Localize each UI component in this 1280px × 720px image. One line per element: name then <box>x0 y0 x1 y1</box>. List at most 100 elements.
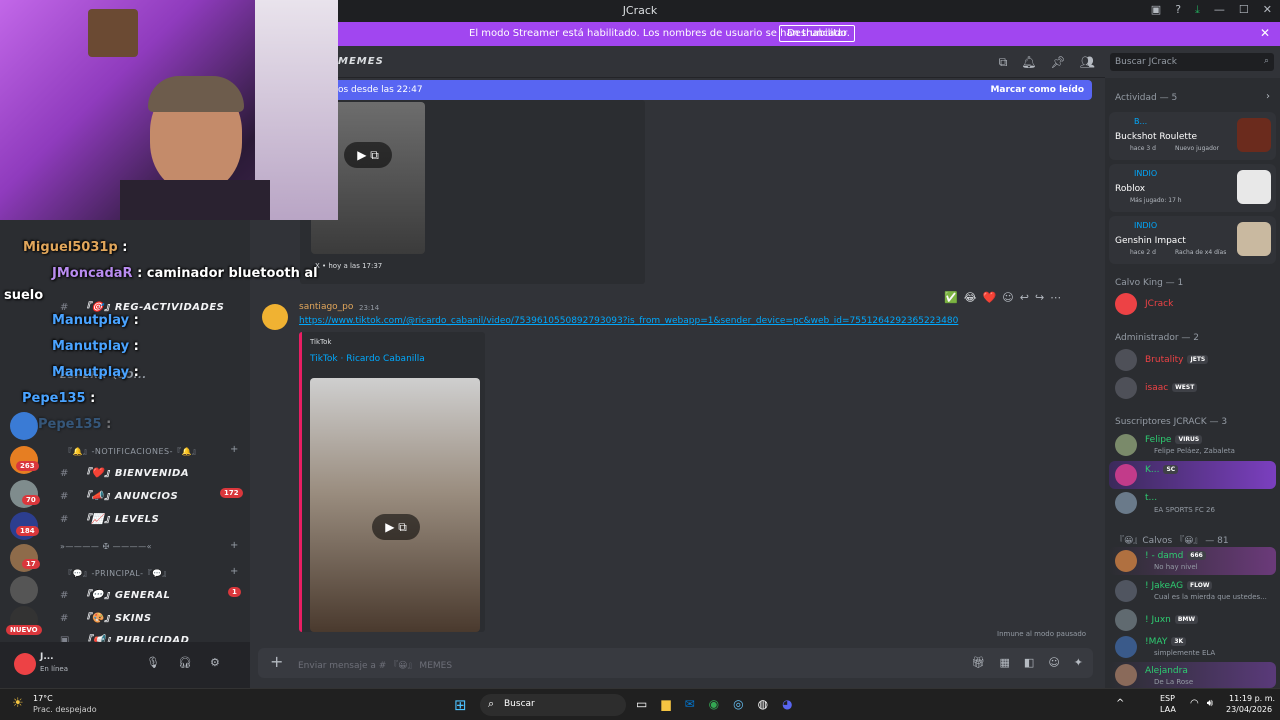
emoji-icon[interactable]: ☺ <box>1048 656 1059 669</box>
headphones-icon[interactable]: 🎧︎ <box>178 656 192 669</box>
server-badge: 263 <box>16 461 39 471</box>
member-name[interactable]: Brutality JETS <box>1145 355 1209 365</box>
tiktok-video-thumbnail[interactable]: ▶ ⧉ <box>310 378 480 632</box>
category-notificaciones[interactable]: 『🔔』-NOTIFICACIONES-『🔔』 <box>64 446 200 457</box>
chrome-icon[interactable]: ◉ <box>709 697 719 711</box>
apps-icon[interactable]: ✦ <box>1074 656 1083 669</box>
new-messages-bar[interactable]: os desde las 22:47 Marcar como leído <box>338 80 1092 100</box>
chevron-right-icon[interactable]: › <box>1266 91 1270 102</box>
category-principal[interactable]: 『💬』-PRINCIPAL-『💬』 <box>64 568 171 579</box>
reaction-check[interactable]: ✅ <box>944 291 958 304</box>
maximize-icon[interactable]: ☐ <box>1239 3 1249 17</box>
server-icon[interactable] <box>10 576 38 604</box>
members-icon[interactable]: 👥︎ <box>1080 55 1095 70</box>
member-name[interactable]: K... SC <box>1145 465 1179 475</box>
member-avatar[interactable] <box>1115 293 1137 315</box>
channel-anuncios[interactable]: # 『📣』ANUNCIOS <box>60 487 178 502</box>
bell-icon[interactable]: 🔔︎ <box>1021 55 1036 70</box>
windows-start-icon[interactable]: ⊞ <box>454 696 467 714</box>
file-explorer-icon[interactable]: ▆ <box>661 697 670 711</box>
channel-reg-actividades[interactable]: # 『🎯』REG-ACTIVIDADES <box>60 298 224 313</box>
member-name[interactable]: Alejandra <box>1145 666 1188 676</box>
add-channel-icon[interactable]: + <box>230 540 238 551</box>
member-avatar[interactable] <box>1115 377 1137 399</box>
member-name[interactable]: Felipe VIRUS <box>1145 435 1203 445</box>
microphone-icon[interactable]: 🎙︎ <box>146 656 160 669</box>
disable-streamer-button[interactable]: Deshabilitar <box>779 25 856 42</box>
member-name[interactable]: !MAY 3K <box>1145 637 1187 647</box>
embed-title[interactable]: TikTok · Ricardo Cabanilla <box>310 354 425 364</box>
channel-skins[interactable]: # 『🎨』SKINS <box>60 609 152 624</box>
minimize-icon[interactable]: — <box>1214 3 1225 17</box>
help-icon[interactable]: ? <box>1175 3 1181 17</box>
forward-icon[interactable]: ↪ <box>1035 291 1044 304</box>
play-icon[interactable]: ▶ ⧉ <box>372 514 420 540</box>
attach-icon[interactable]: + <box>270 652 283 671</box>
role-header: Calvo King — 1 <box>1115 278 1184 288</box>
task-view-icon[interactable]: ▭ <box>636 697 647 711</box>
search-input[interactable]: Buscar JCrack ⌕ <box>1110 53 1274 71</box>
member-name[interactable]: ! - damd 666 <box>1145 551 1206 561</box>
pin-icon[interactable]: 📌︎ <box>1051 55 1066 70</box>
message-link[interactable]: https://www.tiktok.com/@ricardo_cabanil/… <box>299 316 958 326</box>
volume-icon[interactable]: 🔊︎ <box>1207 698 1213 709</box>
steam-icon[interactable]: ◎ <box>733 697 743 711</box>
member-avatar[interactable] <box>1115 609 1137 631</box>
play-icon[interactable]: ▶ ⧉ <box>344 142 392 168</box>
close-icon[interactable]: ✕ <box>1263 3 1272 17</box>
close-banner-icon[interactable]: ✕ <box>1260 26 1270 40</box>
member-name[interactable]: ! Juxn BMW <box>1145 615 1199 625</box>
threads-icon[interactable]: ⧉ <box>999 55 1008 70</box>
member-avatar[interactable] <box>1115 550 1137 572</box>
add-reaction-icon[interactable]: ☺ <box>1002 291 1013 304</box>
reaction-heart[interactable]: ❤️ <box>983 291 997 304</box>
reaction-laugh[interactable]: 😂 <box>964 291 977 304</box>
lang-indicator[interactable]: ESP <box>1160 694 1175 703</box>
member-avatar[interactable] <box>1115 580 1137 602</box>
add-channel-icon[interactable]: + <box>230 566 238 577</box>
reply-icon[interactable]: ↩ <box>1020 291 1029 304</box>
discord-icon[interactable]: ◕ <box>782 697 792 711</box>
app-icon[interactable]: ◍ <box>758 697 768 711</box>
member-avatar[interactable] <box>1115 492 1137 514</box>
channel-bienvenida[interactable]: # 『❤️』BIENVENIDA <box>60 464 189 479</box>
member-name[interactable]: isaac WEST <box>1145 383 1198 393</box>
taskbar-search[interactable]: ⌕ Buscar <box>480 694 626 716</box>
member-name[interactable]: JCrack <box>1145 299 1173 309</box>
member-avatar[interactable] <box>1115 434 1137 456</box>
member-avatar[interactable] <box>1115 464 1137 486</box>
channel-general[interactable]: # 『💬』GENERAL <box>60 586 170 601</box>
inbox-icon[interactable]: ▣ <box>1151 3 1161 17</box>
gift-icon[interactable]: 🎁︎ <box>972 656 986 669</box>
mark-read-button[interactable]: Marcar como leído <box>990 85 1084 95</box>
member-name[interactable]: t... <box>1145 493 1157 503</box>
member-avatar[interactable] <box>1115 349 1137 371</box>
clock-date: 23/04/2026 <box>1226 705 1273 714</box>
weather-temp[interactable]: 17°C <box>33 694 53 703</box>
member-name[interactable]: ! JakeAG FLOW <box>1145 581 1213 591</box>
member-avatar[interactable] <box>1115 664 1137 686</box>
server-icon[interactable] <box>10 412 38 440</box>
message-author[interactable]: santiago_po <box>299 302 353 312</box>
user-avatar[interactable] <box>14 653 36 675</box>
message-input[interactable]: + Enviar mensaje a # 『😀』 MEMES 🎁︎ ▦ ◧ ☺ … <box>258 648 1093 678</box>
tray-chevron-icon[interactable]: ^ <box>1116 698 1124 709</box>
settings-icon[interactable]: ⚙ <box>210 656 220 669</box>
activity-card[interactable]: INDIO Genshin Impact hace 2 d Racha de x… <box>1109 216 1276 264</box>
member-avatar[interactable] <box>1115 636 1137 658</box>
paused-indicator: Inmune al modo pausado <box>997 630 1087 638</box>
sticker-icon[interactable]: ◧ <box>1024 656 1034 669</box>
outlook-icon[interactable]: ✉ <box>685 697 695 711</box>
add-channel-icon[interactable]: + <box>230 444 238 455</box>
channel-levels[interactable]: # 『📈』LEVELS <box>60 510 159 525</box>
gif-icon[interactable]: ▦ <box>1000 656 1010 669</box>
weather-icon[interactable]: ☀ <box>12 696 24 711</box>
download-icon[interactable]: ⤓ <box>1195 3 1200 17</box>
more-icon[interactable]: ⋯ <box>1050 291 1061 304</box>
activity-card[interactable]: INDIO Roblox Más jugado: 17 h <box>1109 164 1276 212</box>
activity-card[interactable]: B... Buckshot Roulette hace 3 d Nuevo ju… <box>1109 112 1276 160</box>
clock-time[interactable]: 11:19 p. m. <box>1229 694 1275 703</box>
author-avatar[interactable] <box>262 304 288 330</box>
category-divider[interactable]: »———— ✠ ————« <box>60 542 152 551</box>
wifi-icon[interactable]: ◠ <box>1190 698 1199 709</box>
